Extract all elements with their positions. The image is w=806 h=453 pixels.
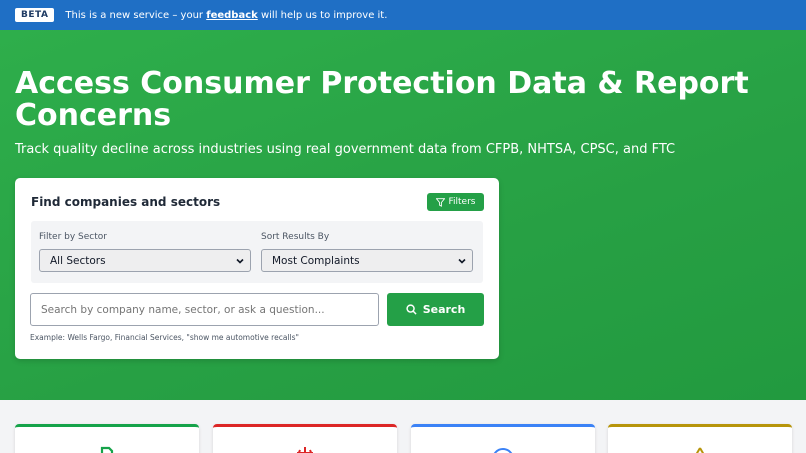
search-input[interactable]	[30, 293, 379, 326]
page-subtitle: Track quality decline across industries …	[15, 142, 676, 157]
chevron-down-icon	[458, 258, 466, 264]
sector-filter-label: Filter by Sector	[39, 232, 107, 242]
sort-filter-label: Sort Results By	[261, 232, 330, 242]
hero-section: Access Consumer Protection Data & Report…	[0, 30, 806, 400]
filter-icon	[435, 197, 445, 207]
filter-panel: Filter by Sector All Sectors Sort Result…	[31, 221, 483, 283]
feature-card-alerts[interactable]	[608, 424, 792, 453]
document-icon	[100, 446, 114, 453]
search-example: Example: Wells Fargo, Financial Services…	[30, 333, 299, 342]
search-button[interactable]: Search	[387, 293, 484, 326]
page-title: Access Consumer Protection Data & Report…	[15, 66, 749, 133]
beta-tag: BETA	[15, 8, 55, 22]
beta-message: This is a new service – your feedback wi…	[65, 10, 387, 21]
search-card: Find companies and sectors Filters Filte…	[15, 178, 499, 359]
feature-card-legal[interactable]	[213, 424, 397, 453]
sort-filter-select[interactable]: Most Complaints	[261, 249, 473, 272]
sort-filter-value: Most Complaints	[272, 254, 360, 267]
feedback-link[interactable]: feedback	[206, 10, 258, 21]
warning-icon	[695, 447, 705, 453]
beta-text-after: will help us to improve it.	[260, 9, 388, 21]
sector-filter-select[interactable]: All Sectors	[39, 249, 251, 272]
feature-card-documents[interactable]	[15, 424, 199, 453]
beta-text-before: This is a new service – your	[65, 9, 204, 21]
filters-button[interactable]: Filters	[427, 193, 484, 211]
search-button-label: Search	[422, 303, 466, 316]
feature-card-global[interactable]	[411, 424, 595, 453]
filters-button-label: Filters	[448, 197, 476, 207]
search-card-title: Find companies and sectors	[31, 195, 221, 209]
scales-icon	[297, 447, 313, 453]
beta-banner: BETA This is a new service – your feedba…	[0, 0, 806, 30]
chevron-down-icon	[236, 258, 244, 264]
sector-filter-value: All Sectors	[50, 254, 106, 267]
globe-icon	[493, 448, 513, 453]
search-icon	[406, 304, 417, 315]
